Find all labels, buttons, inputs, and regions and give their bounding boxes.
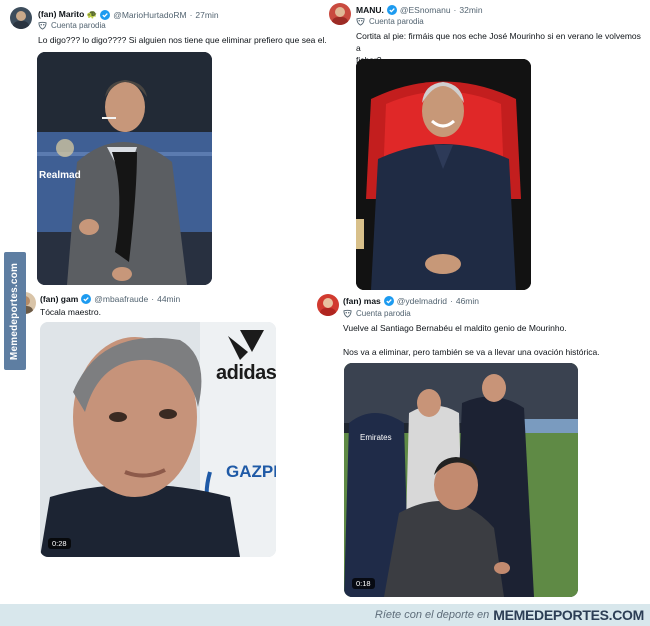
tweet-text: Lo digo??? lo digo???? Si alguien nos ti… <box>38 35 327 45</box>
separator: · <box>151 294 155 304</box>
author-handle[interactable]: @mbaafraude <box>94 294 148 304</box>
author-handle[interactable]: @ydelmadrid <box>397 296 447 306</box>
parody-mask-icon <box>38 21 47 30</box>
footer-text: Ríete con el deporte en <box>374 609 490 621</box>
author-name[interactable]: (fan) Marito 🐢 <box>38 9 97 20</box>
author-name[interactable]: (fan) mas <box>343 296 381 306</box>
avatar[interactable] <box>317 294 339 316</box>
verified-badge-icon <box>383 296 394 306</box>
author-name[interactable]: (fan) gam <box>40 294 78 304</box>
video-duration: 0:28 <box>48 538 71 549</box>
timestamp[interactable]: 32min <box>459 5 482 15</box>
parody-mask-icon <box>356 17 365 26</box>
parody-label: Cuenta parodia <box>38 21 106 30</box>
separator: · <box>450 296 453 306</box>
verified-badge-icon <box>100 9 111 20</box>
avatar[interactable] <box>10 7 32 29</box>
tweet-text: Tócala maestro. <box>40 307 101 317</box>
author-name[interactable]: MANU. <box>356 5 384 15</box>
parody-text: Cuenta parodia <box>356 309 411 318</box>
timestamp[interactable]: 46min <box>456 296 479 306</box>
author-handle[interactable]: @MarioHurtadoRM <box>113 10 186 20</box>
separator: · <box>453 5 457 15</box>
tweet-text-line-1: Cortita al pie: firmáis que nos eche Jos… <box>356 31 641 53</box>
memedeportes-side-watermark: Memedeportes.com <box>4 252 26 370</box>
parody-mask-icon <box>343 309 352 318</box>
parody-text: Cuenta parodia <box>369 17 424 26</box>
tweet-video[interactable]: Emirates 0:18 <box>344 363 578 597</box>
tweet-text: Vuelve al Santiago Bernabéu el maldito g… <box>343 322 643 358</box>
adidas-logo-text: adidas <box>216 362 276 384</box>
author-handle[interactable]: @ESnomanu <box>400 5 451 15</box>
tweet-photo[interactable] <box>356 59 531 290</box>
video-duration: 0:18 <box>352 578 375 589</box>
verified-badge-icon <box>386 5 397 15</box>
tweet-text-line-1: Vuelve al Santiago Bernabéu el maldito g… <box>343 323 567 333</box>
tweet-video[interactable]: adidas GAZPR 0:28 <box>40 322 276 557</box>
timestamp[interactable]: 27min <box>195 10 218 20</box>
jacket-sponsor-text: Emirates <box>360 433 392 442</box>
separator: · <box>189 9 193 20</box>
sponsor-logo-text: GAZPR <box>226 462 276 481</box>
avatar[interactable] <box>329 3 351 25</box>
stadium-sign-text: Realmad <box>39 170 81 181</box>
parody-label: Cuenta parodia <box>343 309 411 318</box>
parody-label: Cuenta parodia <box>356 17 424 26</box>
footer-brand-link[interactable]: MEMEDEPORTES.COM <box>493 607 644 623</box>
memedeportes-footer: Ríete con el deporte en MEMEDEPORTES.COM <box>0 604 650 626</box>
tweet-text-line-2: Nos va a eliminar, pero también se va a … <box>343 347 600 357</box>
tweet-photo[interactable]: Realmad <box>37 52 212 285</box>
timestamp[interactable]: 44min <box>157 294 180 304</box>
verified-badge-icon <box>81 294 92 304</box>
watermark-text: Memedeportes.com <box>9 262 21 360</box>
parody-text: Cuenta parodia <box>51 21 106 30</box>
